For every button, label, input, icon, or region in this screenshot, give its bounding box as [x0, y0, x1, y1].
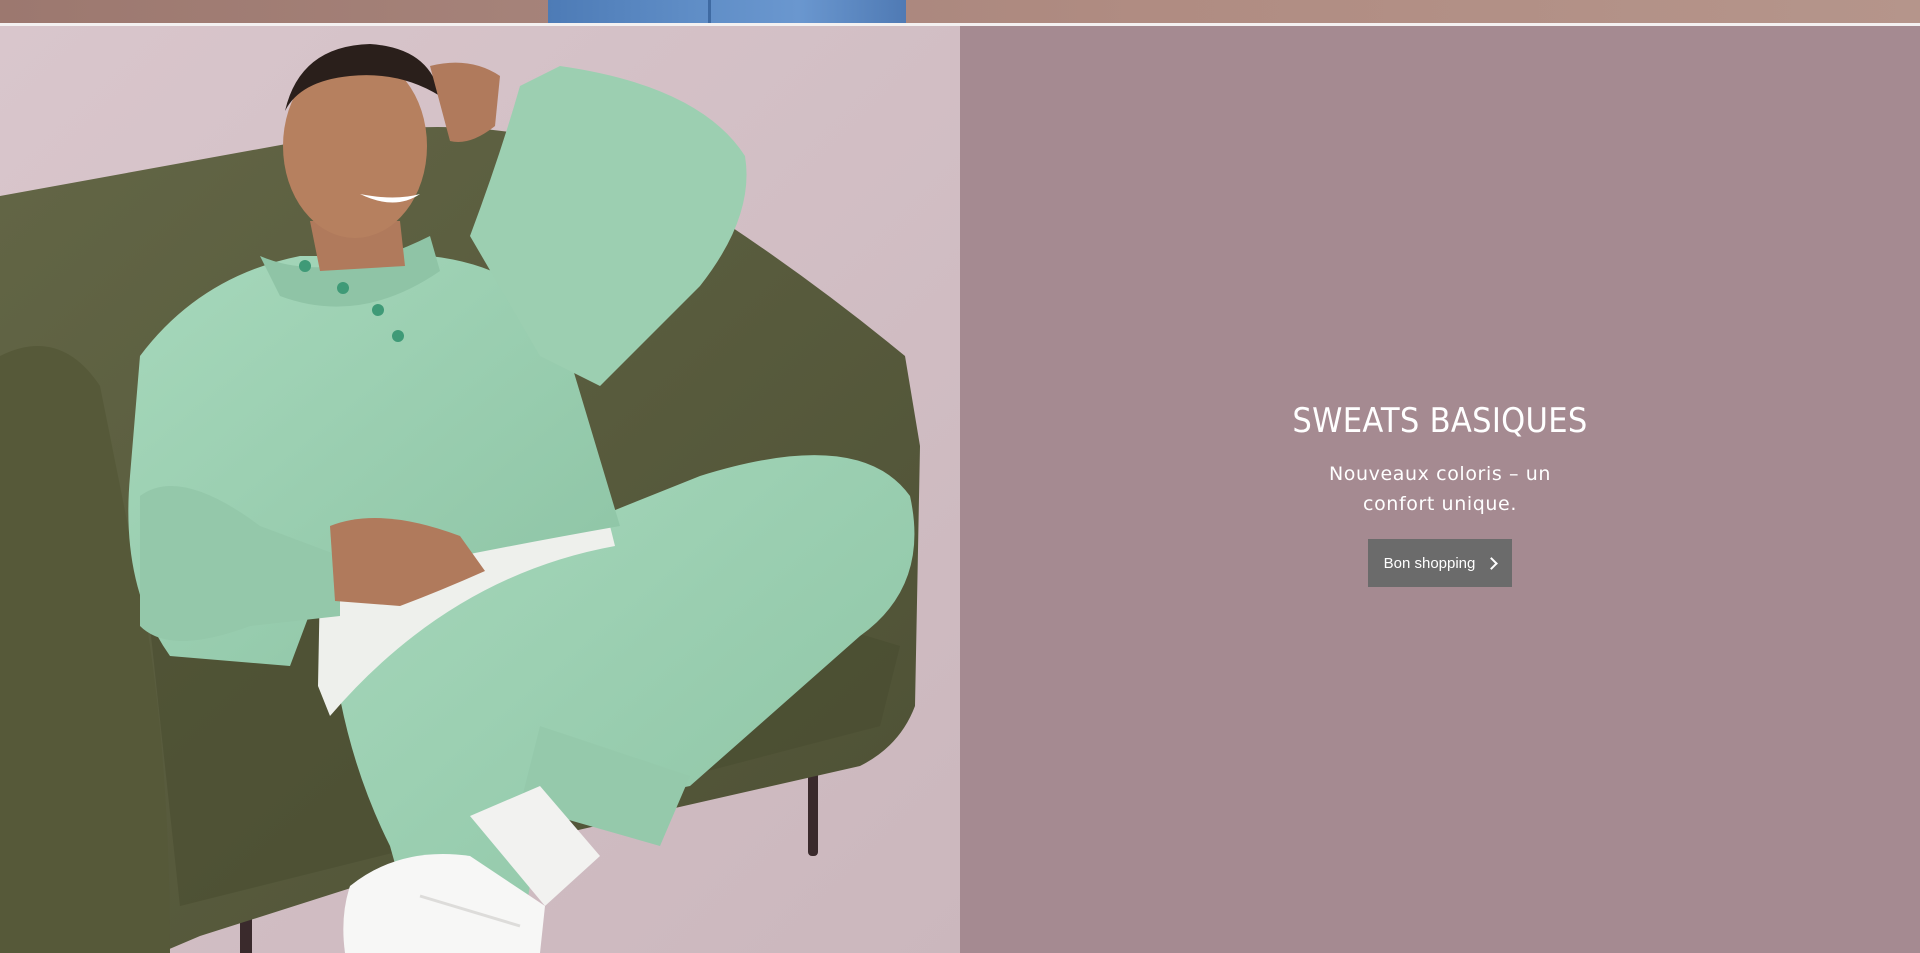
promo-panel: SWEATS BASIQUES Nouveaux coloris – un co…	[960, 26, 1920, 953]
promo-title: SWEATS BASIQUES	[1292, 401, 1588, 441]
previous-banner-strip	[0, 0, 1920, 23]
page: SWEATS BASIQUES Nouveaux coloris – un co…	[0, 0, 1920, 953]
chevron-right-icon	[1485, 556, 1499, 570]
promo-content: SWEATS BASIQUES Nouveaux coloris – un co…	[960, 401, 1920, 587]
previous-banner-jeans-image	[548, 0, 906, 23]
promo-subtitle: Nouveaux coloris – un confort unique.	[1328, 463, 1551, 515]
hero-image	[0, 26, 960, 953]
shop-button[interactable]: Bon shopping	[1368, 539, 1512, 587]
shop-button-label: Bon shopping	[1383, 554, 1476, 572]
